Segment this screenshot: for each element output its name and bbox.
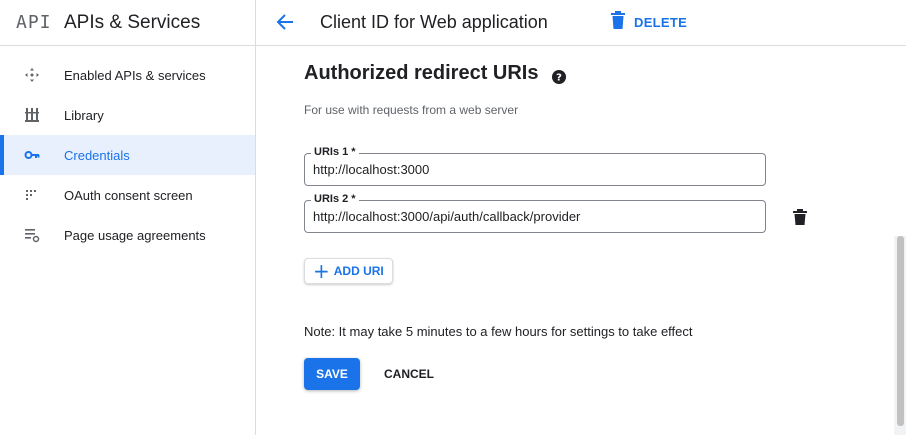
back-arrow-icon[interactable] [274,11,296,33]
section-title: Authorized redirect URIs ? [304,62,567,85]
sidebar-item-page-usage[interactable]: Page usage agreements [0,215,255,255]
svg-text:?: ? [557,72,563,83]
section-subtitle: For use with requests from a web server [304,103,519,117]
enabled-apis-icon [0,67,64,83]
page-title: Client ID for Web application [320,12,548,32]
sidebar-item-label: Library [64,107,104,123]
oauth-icon [0,187,64,203]
delete-button[interactable]: DELETE [610,10,688,35]
uri-input-1[interactable] [313,154,753,185]
settings-note: Note: It may take 5 minutes to a few hou… [304,324,693,339]
key-icon [0,147,64,163]
sidebar-item-label: OAuth consent screen [64,187,193,203]
sidebar: API APIs & Services Enabled APIs & servi… [0,0,256,435]
sidebar-item-credentials[interactable]: Credentials [0,135,255,175]
trash-icon [610,10,626,35]
sidebar-item-enabled-apis[interactable]: Enabled APIs & services [0,55,255,95]
sidebar-item-oauth-consent[interactable]: OAuth consent screen [0,175,255,215]
uri-input-2[interactable] [313,201,753,232]
add-uri-label: ADD URI [333,264,384,278]
sidebar-item-label: Page usage agreements [64,227,206,243]
uri-field-2: URIs 2 * [304,193,766,233]
uri-field-1: URIs 1 * [304,146,766,186]
section-title-text: Authorized redirect URIs [304,62,539,84]
sidebar-header: API APIs & Services [0,0,255,46]
topbar: Client ID for Web application DELETE [256,0,906,46]
sidebar-item-label: Enabled APIs & services [64,67,206,83]
api-logo: API [16,12,52,33]
sidebar-item-library[interactable]: Library [0,95,255,135]
sidebar-nav: Enabled APIs & services Library Credenti… [0,46,255,255]
delete-label: DELETE [634,14,688,30]
add-uri-button[interactable]: + ADD URI [304,258,393,284]
plus-icon: + [313,259,330,283]
app-title: APIs & Services [64,11,201,33]
delete-uri-icon[interactable] [793,209,807,225]
sidebar-item-label: Credentials [64,147,130,163]
settings-list-icon [0,227,64,243]
library-icon [0,107,64,123]
cancel-button[interactable]: CANCEL [374,358,444,390]
save-button[interactable]: SAVE [304,358,360,390]
help-icon[interactable]: ? [552,67,567,84]
scrollbar-thumb[interactable] [897,236,904,426]
